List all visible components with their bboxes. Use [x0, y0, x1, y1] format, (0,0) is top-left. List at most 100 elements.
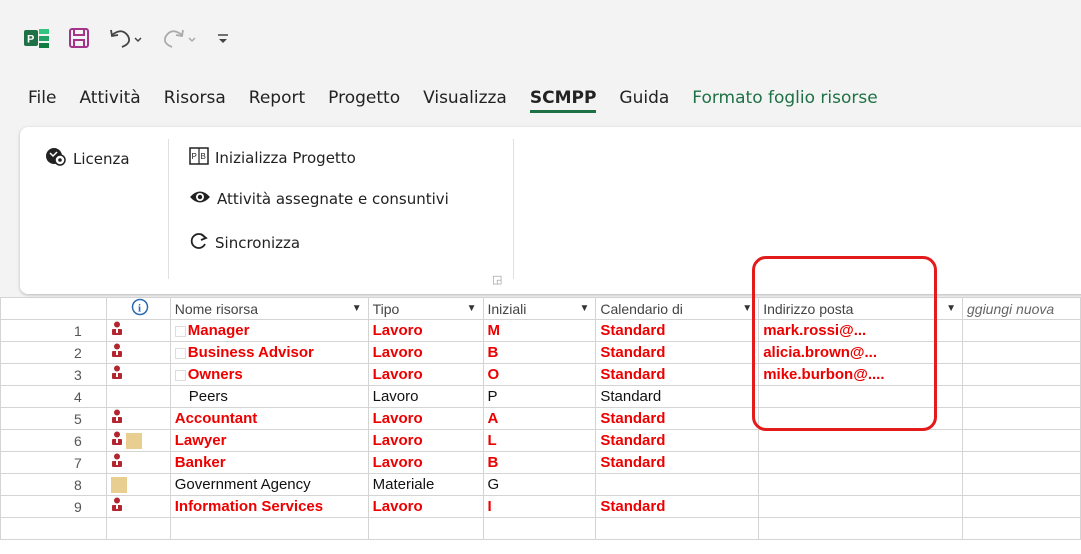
- tipo-cell[interactable]: Lavoro: [367, 495, 484, 518]
- iniziali-cell[interactable]: O: [482, 363, 597, 386]
- name-cell[interactable]: Business Advisor: [169, 341, 369, 364]
- redo-icon[interactable]: [162, 27, 198, 49]
- col-header-email[interactable]: Indirizzo posta ▼: [758, 297, 963, 320]
- tipo-cell[interactable]: [367, 517, 484, 540]
- email-cell[interactable]: [758, 473, 963, 496]
- col-header-calendario[interactable]: Calendario di ▼: [595, 297, 760, 320]
- email-cell[interactable]: mike.burbon@....: [758, 363, 963, 386]
- note-icon[interactable]: [110, 477, 127, 494]
- calendario-cell[interactable]: Standard: [595, 385, 760, 408]
- iniziali-cell[interactable]: L: [482, 429, 597, 452]
- iniziali-cell[interactable]: [482, 517, 597, 540]
- select-all-corner[interactable]: [0, 297, 107, 320]
- name-cell[interactable]: Government Agency: [169, 473, 369, 496]
- name-cell[interactable]: Lawyer: [169, 429, 369, 452]
- name-cell[interactable]: Accountant: [169, 407, 369, 430]
- name-cell[interactable]: [169, 517, 369, 540]
- col-header-nome[interactable]: Nome risorsa ▼: [169, 297, 369, 320]
- iniziali-cell[interactable]: M: [482, 319, 597, 342]
- iniziali-cell[interactable]: G: [482, 473, 597, 496]
- empty-cell[interactable]: [962, 517, 1081, 540]
- name-cell[interactable]: Banker: [169, 451, 369, 474]
- calendario-cell[interactable]: Standard: [595, 407, 760, 430]
- row-number[interactable]: 7: [0, 451, 107, 474]
- calendario-cell[interactable]: Standard: [595, 319, 760, 342]
- filter-arrow-icon[interactable]: ▼: [742, 303, 752, 314]
- calendario-cell[interactable]: [595, 517, 760, 540]
- email-cell[interactable]: [758, 429, 963, 452]
- email-cell[interactable]: mark.rossi@...: [758, 319, 963, 342]
- row-number[interactable]: [0, 517, 107, 540]
- iniziali-cell[interactable]: B: [482, 451, 597, 474]
- filter-arrow-icon[interactable]: ▼: [352, 303, 362, 314]
- row-number[interactable]: 2: [0, 341, 107, 364]
- iniziali-cell[interactable]: A: [482, 407, 597, 430]
- empty-cell[interactable]: [962, 407, 1081, 430]
- email-cell[interactable]: [758, 451, 963, 474]
- name-cell[interactable]: Information Services: [169, 495, 369, 518]
- tab-file[interactable]: File: [28, 88, 56, 113]
- row-number[interactable]: 8: [0, 473, 107, 496]
- sincronizza-button[interactable]: Sincronizza: [189, 231, 300, 255]
- table-row[interactable]: 2 Business Advisor Lavoro B Standard ali…: [0, 341, 1081, 364]
- email-cell[interactable]: [758, 517, 963, 540]
- row-number[interactable]: 6: [0, 429, 107, 452]
- licenza-button[interactable]: Licenza: [45, 147, 130, 171]
- table-row[interactable]: 7 Banker Lavoro B Standard: [0, 451, 1081, 474]
- empty-cell[interactable]: [962, 429, 1081, 452]
- empty-cell[interactable]: [962, 451, 1081, 474]
- empty-cell[interactable]: [962, 363, 1081, 386]
- tipo-cell[interactable]: Lavoro: [367, 407, 484, 430]
- table-row[interactable]: 5 Accountant Lavoro A Standard: [0, 407, 1081, 430]
- email-cell[interactable]: alicia.brown@...: [758, 341, 963, 364]
- empty-cell[interactable]: [962, 319, 1081, 342]
- tipo-cell[interactable]: Lavoro: [367, 429, 484, 452]
- table-row[interactable]: 9 Information Services Lavoro I Standard: [0, 495, 1081, 518]
- name-cell[interactable]: Peers: [169, 385, 369, 408]
- row-number[interactable]: 4: [0, 385, 107, 408]
- iniziali-cell[interactable]: I: [482, 495, 597, 518]
- tab-guida[interactable]: Guida: [619, 88, 669, 113]
- calendario-cell[interactable]: [595, 473, 760, 496]
- table-row[interactable]: 3 Owners Lavoro O Standard mike.burbon@.…: [0, 363, 1081, 386]
- filter-arrow-icon[interactable]: ▼: [467, 303, 477, 314]
- calendario-cell[interactable]: Standard: [595, 363, 760, 386]
- col-header-tipo[interactable]: Tipo ▼: [367, 297, 484, 320]
- row-number[interactable]: 5: [0, 407, 107, 430]
- table-row[interactable]: 4 Peers Lavoro P Standard: [0, 385, 1081, 408]
- empty-cell[interactable]: [962, 341, 1081, 364]
- inizializza-progetto-button[interactable]: P B Inizializza Progetto: [189, 147, 356, 169]
- indicators-header[interactable]: i: [105, 297, 171, 320]
- row-number[interactable]: 9: [0, 495, 107, 518]
- tipo-cell[interactable]: Lavoro: [367, 451, 484, 474]
- email-cell[interactable]: [758, 385, 963, 408]
- table-row[interactable]: 8 Government Agency Materiale G: [0, 473, 1081, 496]
- tipo-cell[interactable]: Lavoro: [367, 319, 484, 342]
- undo-icon[interactable]: [108, 27, 144, 49]
- table-row[interactable]: 6 Lawyer Lavoro L Standard: [0, 429, 1081, 452]
- empty-cell[interactable]: [962, 495, 1081, 518]
- tab-formato-foglio-risorse[interactable]: Formato foglio risorse: [692, 88, 877, 113]
- table-row[interactable]: [0, 517, 1081, 540]
- filter-arrow-icon[interactable]: ▼: [579, 303, 589, 314]
- calendario-cell[interactable]: Standard: [595, 495, 760, 518]
- filter-arrow-icon[interactable]: ▼: [946, 303, 956, 314]
- email-cell[interactable]: [758, 407, 963, 430]
- email-cell[interactable]: [758, 495, 963, 518]
- tab-progetto[interactable]: Progetto: [328, 88, 400, 113]
- iniziali-cell[interactable]: P: [482, 385, 597, 408]
- tipo-cell[interactable]: Materiale: [367, 473, 484, 496]
- tab-risorsa[interactable]: Risorsa: [164, 88, 226, 113]
- tab-scmpp[interactable]: SCMPP: [529, 88, 597, 113]
- calendario-cell[interactable]: Standard: [595, 429, 760, 452]
- tab-visualizza[interactable]: Visualizza: [423, 88, 507, 113]
- calendario-cell[interactable]: Standard: [595, 341, 760, 364]
- tipo-cell[interactable]: Lavoro: [367, 341, 484, 364]
- calendario-cell[interactable]: Standard: [595, 451, 760, 474]
- attivita-assegnate-button[interactable]: Attività assegnate e consuntivi: [189, 189, 449, 209]
- name-cell[interactable]: Owners: [169, 363, 369, 386]
- col-header-add-new[interactable]: ggiungi nuova: [962, 297, 1081, 320]
- col-header-iniziali[interactable]: Iniziali ▼: [482, 297, 597, 320]
- note-icon[interactable]: [125, 432, 142, 449]
- table-row[interactable]: 1 Manager Lavoro M Standard mark.rossi@.…: [0, 319, 1081, 342]
